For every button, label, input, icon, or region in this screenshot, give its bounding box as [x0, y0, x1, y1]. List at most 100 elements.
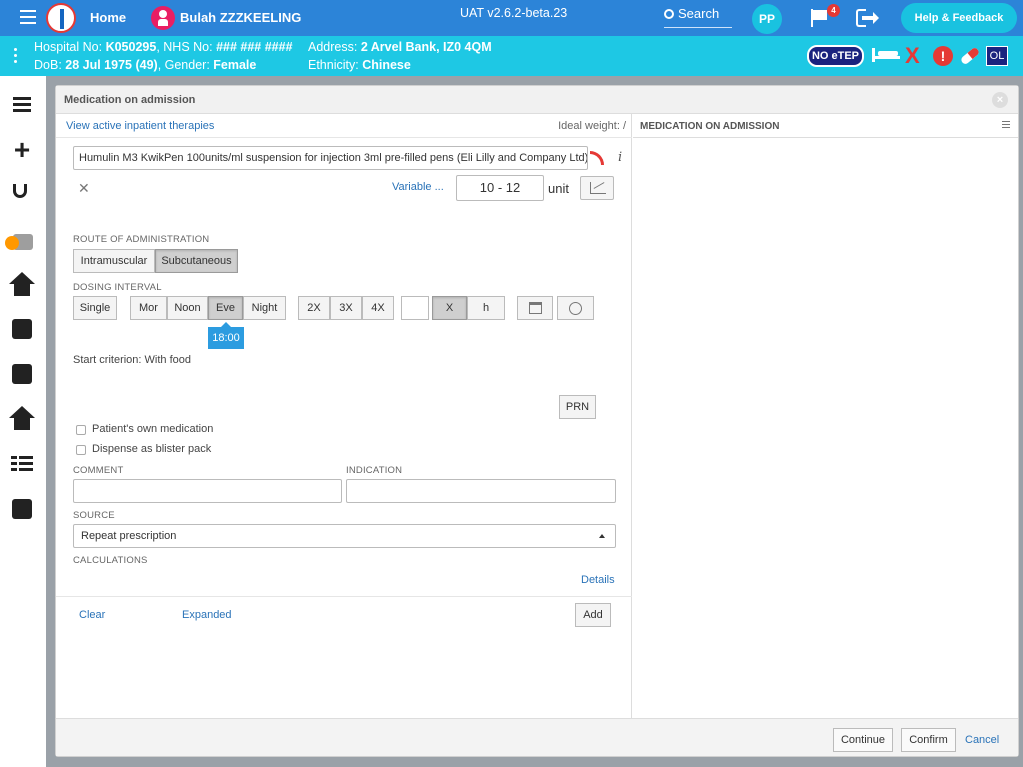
source-label: SOURCE [73, 510, 115, 521]
details-link[interactable]: Details [581, 574, 615, 586]
cancel-link[interactable]: Cancel [965, 734, 999, 746]
hospital-no: K050295 [105, 40, 157, 54]
drug-name-field[interactable]: Humulin M3 KwikPen 100units/ml suspensio… [73, 146, 588, 170]
no-etep-badge[interactable]: NO eTEP [807, 45, 864, 67]
time-evening-button[interactable]: Eve [208, 296, 243, 320]
dose-chart-button[interactable] [580, 176, 614, 200]
notification-badge: 4 [827, 4, 840, 17]
pharmacy-icon [12, 499, 32, 519]
indication-label: INDICATION [346, 465, 403, 476]
menu-icon[interactable] [20, 10, 36, 24]
calendar-button[interactable] [517, 296, 553, 320]
dob: 28 Jul 1975 (49) [65, 58, 158, 72]
nav-discharge[interactable] [9, 406, 35, 432]
female-patient-icon [151, 6, 175, 30]
dosing-interval-label: DOSING INTERVAL [73, 282, 162, 293]
divider [56, 596, 632, 597]
close-icon[interactable]: × [992, 92, 1008, 108]
home-link[interactable]: Home [90, 10, 126, 25]
hospital-no-label: Hospital No: [34, 40, 106, 54]
environment-label: UAT v2.6.2-beta.23 [460, 6, 568, 20]
dob-gender-line: DoB: 28 Jul 1975 (49), Gender: Female [34, 58, 256, 72]
gender: Female [213, 58, 257, 72]
nhs-no: ### ### #### [216, 40, 293, 54]
medication-list-header: MEDICATION ON ADMISSION [633, 114, 1018, 138]
single-dose-button[interactable]: Single [73, 296, 117, 320]
route-subcutaneous-button[interactable]: Subcutaneous [155, 249, 238, 273]
confirm-button[interactable]: Confirm [901, 728, 956, 752]
nav-inbox[interactable] [9, 361, 35, 387]
alert-x-icon[interactable]: X [905, 44, 920, 68]
source-value: Repeat prescription [81, 530, 177, 542]
nav-add[interactable]: + [9, 136, 35, 164]
dose-field[interactable]: 10 - 12 [456, 175, 544, 201]
add-button[interactable]: Add [575, 603, 611, 627]
dialog-header: Medication on admission × [56, 86, 1018, 114]
divider [56, 137, 632, 138]
nav-clinical[interactable] [9, 182, 35, 208]
comment-label: COMMENT [73, 465, 124, 476]
blister-pack-checkbox[interactable] [76, 445, 86, 455]
start-criterion: Start criterion: With food [73, 354, 191, 366]
source-select[interactable]: Repeat prescription [73, 524, 616, 548]
freq-3x-button[interactable]: 3X [330, 296, 362, 320]
interval-times-button[interactable]: X [432, 296, 467, 320]
comment-field[interactable] [73, 479, 342, 503]
time-noon-button[interactable]: Noon [167, 296, 208, 320]
discharge-base [14, 418, 30, 430]
help-feedback-button[interactable]: Help & Feedback [901, 3, 1017, 33]
checklist-icon [9, 451, 35, 477]
dob-label: DoB: [34, 58, 66, 72]
caret-up-icon [599, 534, 605, 538]
nav-home-care[interactable] [9, 272, 35, 298]
list-menu-icon[interactable] [1002, 121, 1010, 130]
route-label: ROUTE OF ADMINISTRATION [73, 234, 210, 245]
freq-4x-button[interactable]: 4X [362, 296, 394, 320]
search-label: Search [678, 6, 720, 21]
search-icon [664, 9, 674, 19]
expanded-link[interactable]: Expanded [182, 609, 232, 621]
indication-field[interactable] [346, 479, 616, 503]
user-avatar[interactable]: PP [752, 4, 782, 34]
list-icon [9, 92, 35, 118]
time-morning-button[interactable]: Mor [130, 296, 167, 320]
route-intramuscular-button[interactable]: Intramuscular [73, 249, 155, 273]
medication-list-pane: MEDICATION ON ADMISSION [633, 114, 1018, 718]
time-night-button[interactable]: Night [243, 296, 286, 320]
info-icon[interactable]: i [618, 150, 622, 165]
ol-badge[interactable]: OL [986, 46, 1008, 66]
more-options-icon[interactable] [14, 48, 18, 66]
clear-link[interactable]: Clear [79, 609, 105, 621]
time-tooltip: 18:00 [208, 322, 244, 349]
app-logo-icon[interactable] [46, 3, 76, 33]
nav-pharmacy[interactable] [9, 496, 35, 522]
alert-exclamation-icon[interactable]: ! [933, 46, 953, 66]
patient-name[interactable]: Bulah ZZZKEELING [180, 10, 301, 25]
clock-button[interactable] [557, 296, 594, 320]
continue-button[interactable]: Continue [833, 728, 893, 752]
left-nav: + [0, 76, 46, 767]
nav-notes[interactable] [9, 316, 35, 342]
rss-icon[interactable] [590, 151, 604, 165]
clear-drug-icon[interactable]: ✕ [78, 180, 90, 197]
interval-hours-button[interactable]: h [467, 296, 505, 320]
nav-list[interactable] [9, 92, 35, 118]
pill-icon[interactable] [959, 46, 981, 66]
bed-icon[interactable] [872, 48, 900, 62]
ideal-weight: Ideal weight: / [558, 120, 626, 132]
nhs-no-label: , NHS No: [156, 40, 217, 54]
variable-dose-link[interactable]: Variable ... [392, 181, 444, 193]
patients-own-checkbox[interactable] [76, 425, 86, 435]
search-button[interactable]: Search [664, 6, 732, 28]
inbox-icon [12, 364, 32, 384]
prn-button[interactable]: PRN [559, 395, 596, 419]
nav-tasks[interactable] [9, 451, 35, 477]
calculations-label: CALCULATIONS [73, 555, 148, 566]
logout-icon[interactable] [856, 9, 879, 27]
view-active-therapies-link[interactable]: View active inpatient therapies [66, 120, 214, 132]
patients-own-label: Patient's own medication [92, 423, 214, 435]
clock-icon [569, 302, 582, 315]
house-base [14, 284, 30, 296]
interval-input[interactable] [401, 296, 429, 320]
freq-2x-button[interactable]: 2X [298, 296, 330, 320]
